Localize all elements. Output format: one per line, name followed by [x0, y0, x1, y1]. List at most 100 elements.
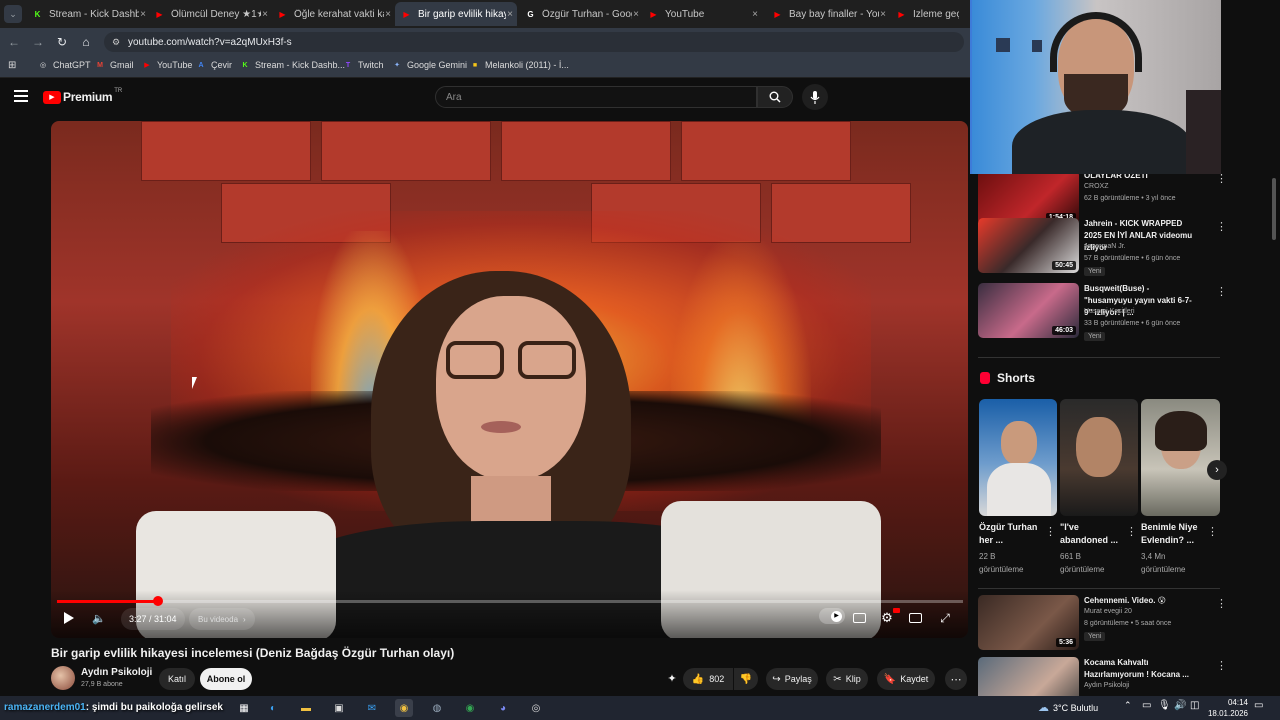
short-thumbnail[interactable]: [979, 399, 1057, 516]
back-button[interactable]: ←: [6, 34, 22, 50]
more-vertical-icon[interactable]: ⋮: [1216, 597, 1227, 610]
apps-button[interactable]: ⊞: [8, 60, 16, 71]
chrome-active-icon[interactable]: ◉: [395, 699, 413, 717]
search-input[interactable]: Ara: [435, 86, 757, 108]
short-thumbnail[interactable]: [1060, 399, 1138, 516]
home-button[interactable]: ⌂: [78, 34, 94, 50]
weather-widget[interactable]: ☁ 3°C Bulutlu: [1038, 701, 1098, 714]
volume-tray-icon[interactable]: 🔊: [1174, 700, 1186, 711]
tray-up-icon[interactable]: ⌃: [1124, 700, 1132, 711]
bookmark-item[interactable]: ▶ YouTube: [142, 60, 192, 70]
short-thumbnail[interactable]: [1141, 399, 1220, 516]
close-icon[interactable]: ×: [140, 9, 146, 20]
bookmark-item[interactable]: ✦ Google Gemini: [392, 60, 467, 70]
bookmark-item[interactable]: K Stream - Kick Dashb...: [240, 60, 345, 70]
chrome-icon[interactable]: ◉: [461, 699, 479, 717]
site-info-icon[interactable]: ⚙: [112, 37, 120, 48]
more-vertical-icon[interactable]: ⋮: [1207, 525, 1218, 538]
progress-bar[interactable]: [57, 596, 963, 606]
subtitles-button[interactable]: [851, 610, 867, 626]
settings-button[interactable]: ⚙: [879, 608, 900, 626]
subscribe-button[interactable]: Abone ol: [200, 668, 252, 690]
recommendation-item[interactable]: 50:45 Jahrein - KICK WRAPPED 2025 EN İYİ …: [978, 218, 1227, 278]
video-thumbnail[interactable]: 46:03: [978, 283, 1079, 338]
video-thumbnail[interactable]: 5:36: [978, 595, 1079, 650]
share-button[interactable]: ↪ Paylaş: [766, 668, 818, 690]
browser-tab[interactable]: ▶ İzleme geçmişi -: [890, 2, 970, 26]
autoplay-toggle[interactable]: ▶: [819, 608, 845, 624]
bookmark-item[interactable]: ■ Melankoli (2011) - İ...: [470, 60, 569, 70]
browser-tab[interactable]: ▶ YouTube ×: [642, 2, 762, 26]
close-icon[interactable]: ×: [880, 9, 886, 20]
short-title[interactable]: "I've abandoned ...: [1060, 521, 1128, 547]
miniplayer-button[interactable]: [907, 610, 923, 626]
reload-button[interactable]: ↻: [54, 34, 70, 50]
task-view-icon[interactable]: ▦: [235, 699, 253, 717]
shorts-next-button[interactable]: ›: [1207, 460, 1227, 480]
fullscreen-button[interactable]: ⤢: [937, 610, 953, 626]
clip-button[interactable]: ✂ Klip: [826, 668, 868, 690]
store-icon[interactable]: ▣: [330, 699, 348, 717]
recommendation-channel[interactable]: CROXZ: [1084, 183, 1109, 190]
more-vertical-icon[interactable]: ⋮: [1216, 659, 1227, 672]
browser-tab[interactable]: K Stream - Kick Dashb ×: [26, 2, 150, 26]
network-icon[interactable]: ▭: [1142, 700, 1151, 711]
short-title[interactable]: Özgür Turhan her ...: [979, 521, 1047, 547]
browser-tab[interactable]: G Özgür Turhan - Goog ×: [519, 2, 643, 26]
browser-tab[interactable]: ▶ Bay bay finaller - You ×: [766, 2, 890, 26]
steam-icon[interactable]: ◍: [428, 699, 446, 717]
close-icon[interactable]: ×: [385, 9, 391, 20]
recommendation-item[interactable]: 46:03 Busqweit(Buse) - "husamyuyu yayın v…: [978, 283, 1227, 343]
chapter-button[interactable]: Bu videoda ›: [189, 608, 255, 630]
obs-icon[interactable]: ◎: [527, 699, 545, 717]
clock[interactable]: 04:14 18.01.2026: [1198, 697, 1248, 719]
video-thumbnail[interactable]: 50:45: [978, 218, 1079, 273]
address-bar[interactable]: ⚙ youtube.com/watch?v=a2qMUxH3f-s: [104, 32, 964, 52]
browser-tab[interactable]: ▶ Bir garip evlilik hikaye ×: [395, 2, 517, 26]
close-icon[interactable]: ×: [262, 9, 268, 20]
recommendation-item[interactable]: 5:36 Cehennemi. Video. 😮 Murat evegii 20 8 …: [978, 595, 1227, 655]
video-thumbnail[interactable]: 1:54:18: [978, 170, 1079, 225]
bookmark-item[interactable]: ◎ ChatGPT: [38, 60, 91, 70]
scrubber-handle[interactable]: [152, 596, 163, 606]
recommendation-title[interactable]: Kocama Kahvaltı Hazırlamıyorum ! Kocana …: [1084, 657, 1194, 681]
ask-ai-button[interactable]: ✦: [664, 670, 680, 686]
recommendation-channel[interactable]: Murat evegii 20: [1084, 608, 1132, 615]
edge-icon[interactable]: ◐: [264, 699, 282, 717]
browser-tab[interactable]: ▶ Ölümcül Deney ★1★ ×: [148, 2, 272, 26]
mute-button[interactable]: 🔈: [91, 610, 107, 626]
more-vertical-icon[interactable]: ⋮: [1216, 220, 1227, 233]
search-button[interactable]: [757, 86, 793, 108]
play-button[interactable]: [61, 610, 77, 626]
recommendation-channel[interactable]: Aydın Psikoloji: [1084, 682, 1129, 689]
more-vertical-icon[interactable]: ⋮: [1216, 285, 1227, 298]
join-button[interactable]: Katıl: [159, 668, 195, 690]
save-button[interactable]: 🔖 Kaydet: [877, 668, 935, 690]
voice-search-button[interactable]: [802, 84, 828, 110]
discord-icon[interactable]: ◕: [494, 699, 512, 717]
menu-button[interactable]: [14, 90, 30, 104]
recommendation-channel[interactable]: Husami Kesitleri: [1084, 308, 1135, 315]
recommendation-channel[interactable]: JagermaN Jr.: [1084, 243, 1126, 250]
tab-search-button[interactable]: ⌄: [4, 5, 22, 23]
close-icon[interactable]: ×: [752, 9, 758, 20]
more-vertical-icon[interactable]: ⋮: [1045, 525, 1056, 538]
notification-icon[interactable]: ▭: [1254, 700, 1263, 711]
video-player[interactable]: 🔈 3:27 / 31:04 Bu videoda › ▶ ⚙ ⤢: [51, 121, 968, 638]
short-title[interactable]: Benimle Niye Evlendin? ...: [1141, 521, 1209, 547]
channel-name[interactable]: Aydın Psikoloji: [81, 667, 152, 678]
file-explorer-icon[interactable]: ▬: [297, 699, 315, 717]
close-icon[interactable]: ×: [507, 9, 513, 20]
more-vertical-icon[interactable]: ⋮: [1126, 525, 1137, 538]
close-icon[interactable]: ×: [633, 9, 639, 20]
bookmark-item[interactable]: M Gmail: [95, 60, 133, 70]
bookmark-item[interactable]: A Çevir: [196, 60, 232, 70]
more-actions-button[interactable]: ⋯: [945, 668, 967, 690]
dislike-button[interactable]: 👎: [734, 668, 758, 690]
microphone-tray-icon[interactable]: 🎙: [1158, 700, 1171, 711]
mail-icon[interactable]: ✉: [363, 699, 381, 717]
like-button[interactable]: 👍 802: [683, 668, 733, 690]
browser-tab[interactable]: ▶ Öğle kerahat vakti ka ×: [271, 2, 395, 26]
recommendation-title[interactable]: Cehennemi. Video. 😮: [1084, 595, 1194, 607]
forward-button[interactable]: →: [30, 34, 46, 50]
